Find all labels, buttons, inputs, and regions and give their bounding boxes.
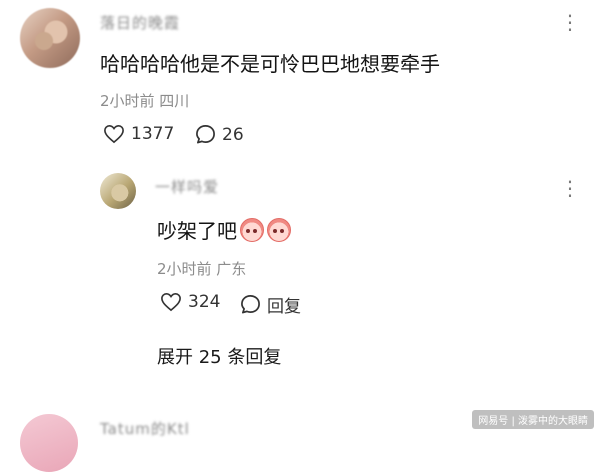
reply-reply-button[interactable]: 回复 — [240, 292, 301, 317]
reply-more-options-icon[interactable]: ⋮ — [560, 178, 580, 198]
commenter-username-2[interactable]: Tatum的Ktl — [100, 418, 190, 439]
sad-face-emoji-icon — [240, 218, 264, 242]
reply-like-button[interactable]: 324 — [160, 292, 220, 312]
reply-meta: 2小时前 广东 — [157, 260, 247, 278]
heart-outline-icon — [161, 292, 181, 312]
reply-like-count: 324 — [188, 292, 221, 312]
heart-outline-icon — [104, 124, 124, 144]
comment-button[interactable]: 26 — [195, 124, 244, 145]
commenter-avatar[interactable] — [20, 8, 80, 68]
sad-face-emoji-icon — [267, 218, 291, 242]
expand-replies-link[interactable]: 展开 25 条回复 — [157, 343, 281, 369]
replier-avatar[interactable] — [100, 173, 136, 209]
watermark: 网易号 | 泼雾中的大眼睛 — [472, 410, 594, 429]
comment-text: 哈哈哈哈他是不是可怜巴巴地想要牵手 — [100, 52, 440, 76]
like-button[interactable]: 1377 — [103, 124, 174, 144]
reply-label: 回复 — [267, 297, 301, 317]
like-count: 1377 — [131, 124, 175, 144]
reply-count: 26 — [222, 124, 244, 145]
commenter-username[interactable]: 落日的晚霞 — [100, 12, 180, 33]
comment-meta: 2小时前 四川 — [100, 92, 190, 110]
commenter-avatar-2[interactable] — [20, 414, 78, 472]
speech-bubble-icon — [241, 295, 260, 314]
reply-text: 吵架了吧 — [157, 215, 291, 244]
more-options-icon[interactable]: ⋮ — [560, 12, 580, 32]
speech-bubble-icon — [196, 125, 215, 144]
replier-username[interactable]: 一样吗爱 — [155, 176, 219, 197]
reply-text-content: 吵架了吧 — [157, 219, 237, 243]
